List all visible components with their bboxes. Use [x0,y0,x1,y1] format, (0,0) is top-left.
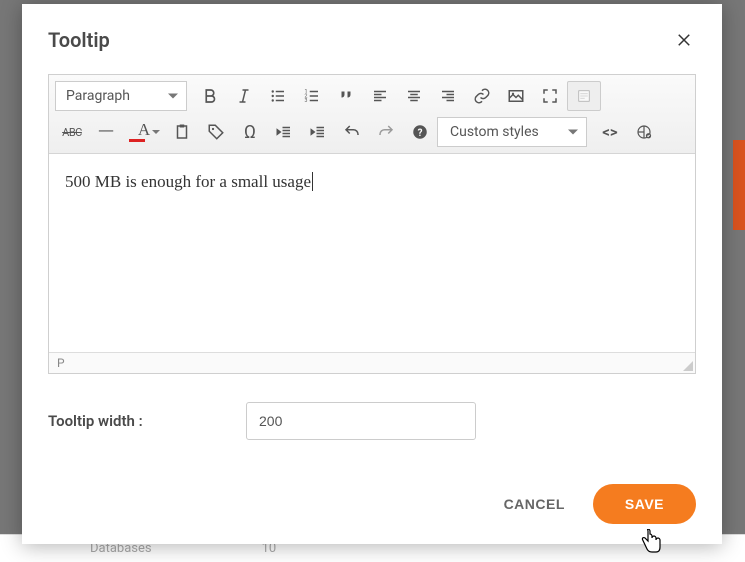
toolbar-row-1: Paragraph 123 [55,81,689,111]
element-path: P [57,356,65,370]
tooltip-width-label: Tooltip width : [48,412,238,430]
link-icon [473,87,491,105]
close-icon [675,31,693,49]
clipboard-icon [173,123,191,141]
show-blocks-button[interactable] [567,81,601,111]
paste-button[interactable] [165,117,199,147]
bulleted-list-icon [269,87,287,105]
caret-down-icon [568,130,578,135]
italic-button[interactable] [227,81,261,111]
editor-toolbar: Paragraph 123 ABC — A [49,75,695,154]
modal-title: Tooltip [48,28,110,52]
align-left-icon [371,87,389,105]
tooltip-modal: Tooltip Paragraph 123 [22,4,722,544]
editor-path-bar: P [49,352,695,373]
align-right-icon [439,87,457,105]
strikethrough-button[interactable]: ABC [55,117,89,147]
text-color-icon: A [138,120,150,140]
show-blocks-icon [575,87,593,105]
translate-icon [635,123,653,141]
fullscreen-icon [541,87,559,105]
undo-button[interactable] [335,117,369,147]
save-button[interactable]: SAVE [593,484,696,524]
outdent-button[interactable] [267,117,301,147]
caret-down-icon [152,130,160,134]
outdent-icon [275,123,293,141]
custom-styles-select[interactable]: Custom styles [437,117,587,147]
svg-text:?: ? [418,128,423,139]
fullscreen-button[interactable] [533,81,567,111]
tag-icon [207,123,225,141]
align-right-button[interactable] [431,81,465,111]
text-color-button[interactable]: A [123,117,165,147]
indent-icon [309,123,327,141]
image-icon [507,87,525,105]
redo-button[interactable] [369,117,403,147]
svg-text:3: 3 [305,98,308,104]
numbered-list-icon: 123 [303,87,321,105]
format-select-label: Paragraph [66,88,130,104]
link-button[interactable] [465,81,499,111]
indent-button[interactable] [301,117,335,147]
bold-button[interactable] [193,81,227,111]
undo-icon [343,123,361,141]
quote-icon [337,87,355,105]
code-icon: <> [602,123,617,141]
modal-footer: CANCEL SAVE [22,464,722,544]
help-button[interactable]: ? [403,117,437,147]
strikethrough-icon: ABC [62,126,82,139]
align-left-button[interactable] [363,81,397,111]
text-cursor [312,172,313,191]
blockquote-button[interactable] [329,81,363,111]
rich-text-editor: Paragraph 123 ABC — A [48,74,696,374]
bg-accent [733,140,745,230]
bold-icon [201,87,219,105]
tag-button[interactable] [199,117,233,147]
translate-button[interactable] [627,117,661,147]
help-icon: ? [411,123,429,141]
ordered-list-button[interactable]: 123 [295,81,329,111]
editor-content-area[interactable]: 500 MB is enough for a small usage [49,154,695,352]
close-button[interactable] [670,26,698,54]
tooltip-width-input[interactable] [246,402,476,440]
italic-icon [235,87,253,105]
caret-down-icon [168,94,178,99]
source-button[interactable]: <> [593,117,627,147]
tooltip-width-row: Tooltip width : [48,402,696,440]
horizontal-rule-button[interactable]: — [89,117,123,147]
image-button[interactable] [499,81,533,111]
toolbar-row-2: ABC — A Ω ? Custom styles [55,117,689,147]
resize-handle[interactable] [681,359,693,371]
align-center-icon [405,87,423,105]
horizontal-rule-icon: — [98,120,115,145]
editor-text: 500 MB is enough for a small usage [65,172,311,191]
unordered-list-button[interactable] [261,81,295,111]
align-center-button[interactable] [397,81,431,111]
special-char-button[interactable]: Ω [233,117,267,147]
omega-icon: Ω [244,122,256,143]
redo-icon [377,123,395,141]
modal-header: Tooltip [22,4,722,64]
cancel-button[interactable]: CANCEL [504,496,565,512]
format-select[interactable]: Paragraph [55,81,187,111]
custom-styles-label: Custom styles [450,124,539,140]
